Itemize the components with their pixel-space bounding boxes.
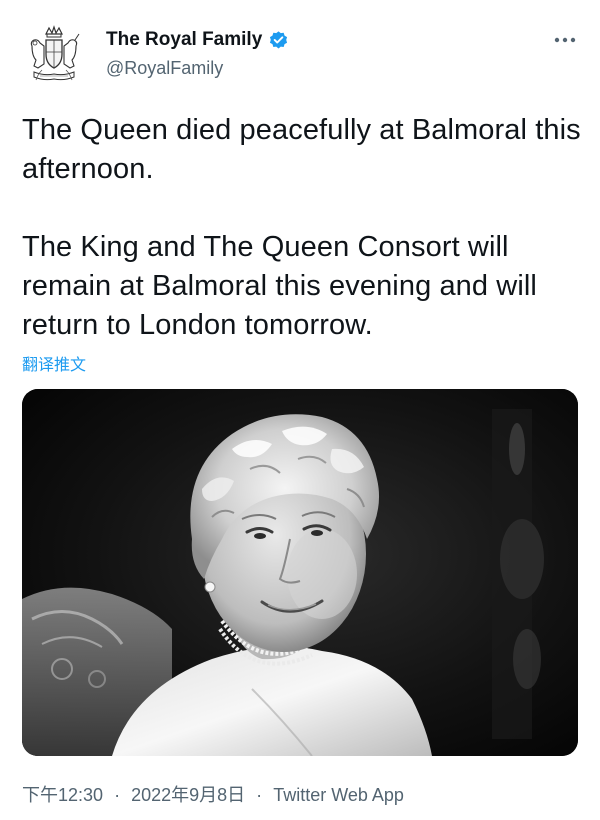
display-name-row: The Royal Family (106, 28, 289, 52)
more-options-icon[interactable] (552, 30, 578, 50)
verified-badge-icon (268, 30, 289, 51)
tweet-meta: 下午12:30 · 2022年9月8日 · Twitter Web App (22, 781, 404, 807)
tweet-date[interactable]: 2022年9月8日 (131, 785, 245, 805)
tweet-photo[interactable] (22, 389, 578, 756)
avatar[interactable] (22, 22, 86, 86)
royal-coat-of-arms-icon (30, 25, 80, 81)
tweet-card: The Royal Family @RoyalFamily The Queen … (0, 0, 600, 820)
user-handle[interactable]: @RoyalFamily (106, 58, 289, 79)
portrait-photo (22, 389, 578, 756)
tweet-time[interactable]: 下午12:30 (22, 785, 103, 805)
translate-tweet-link[interactable]: 翻译推文 (22, 351, 86, 375)
display-name[interactable]: The Royal Family (106, 29, 262, 51)
tweet-source[interactable]: Twitter Web App (273, 785, 404, 805)
tweet-paragraph-2: The King and The Queen Consort will rema… (22, 231, 537, 341)
meta-separator-2: · (256, 785, 263, 805)
author-block: The Royal Family @RoyalFamily (106, 28, 289, 79)
tweet-paragraph-1: The Queen died peacefully at Balmoral th… (22, 114, 581, 185)
meta-separator-1: · (114, 785, 121, 805)
tweet-text: The Queen died peacefully at Balmoral th… (22, 111, 582, 345)
